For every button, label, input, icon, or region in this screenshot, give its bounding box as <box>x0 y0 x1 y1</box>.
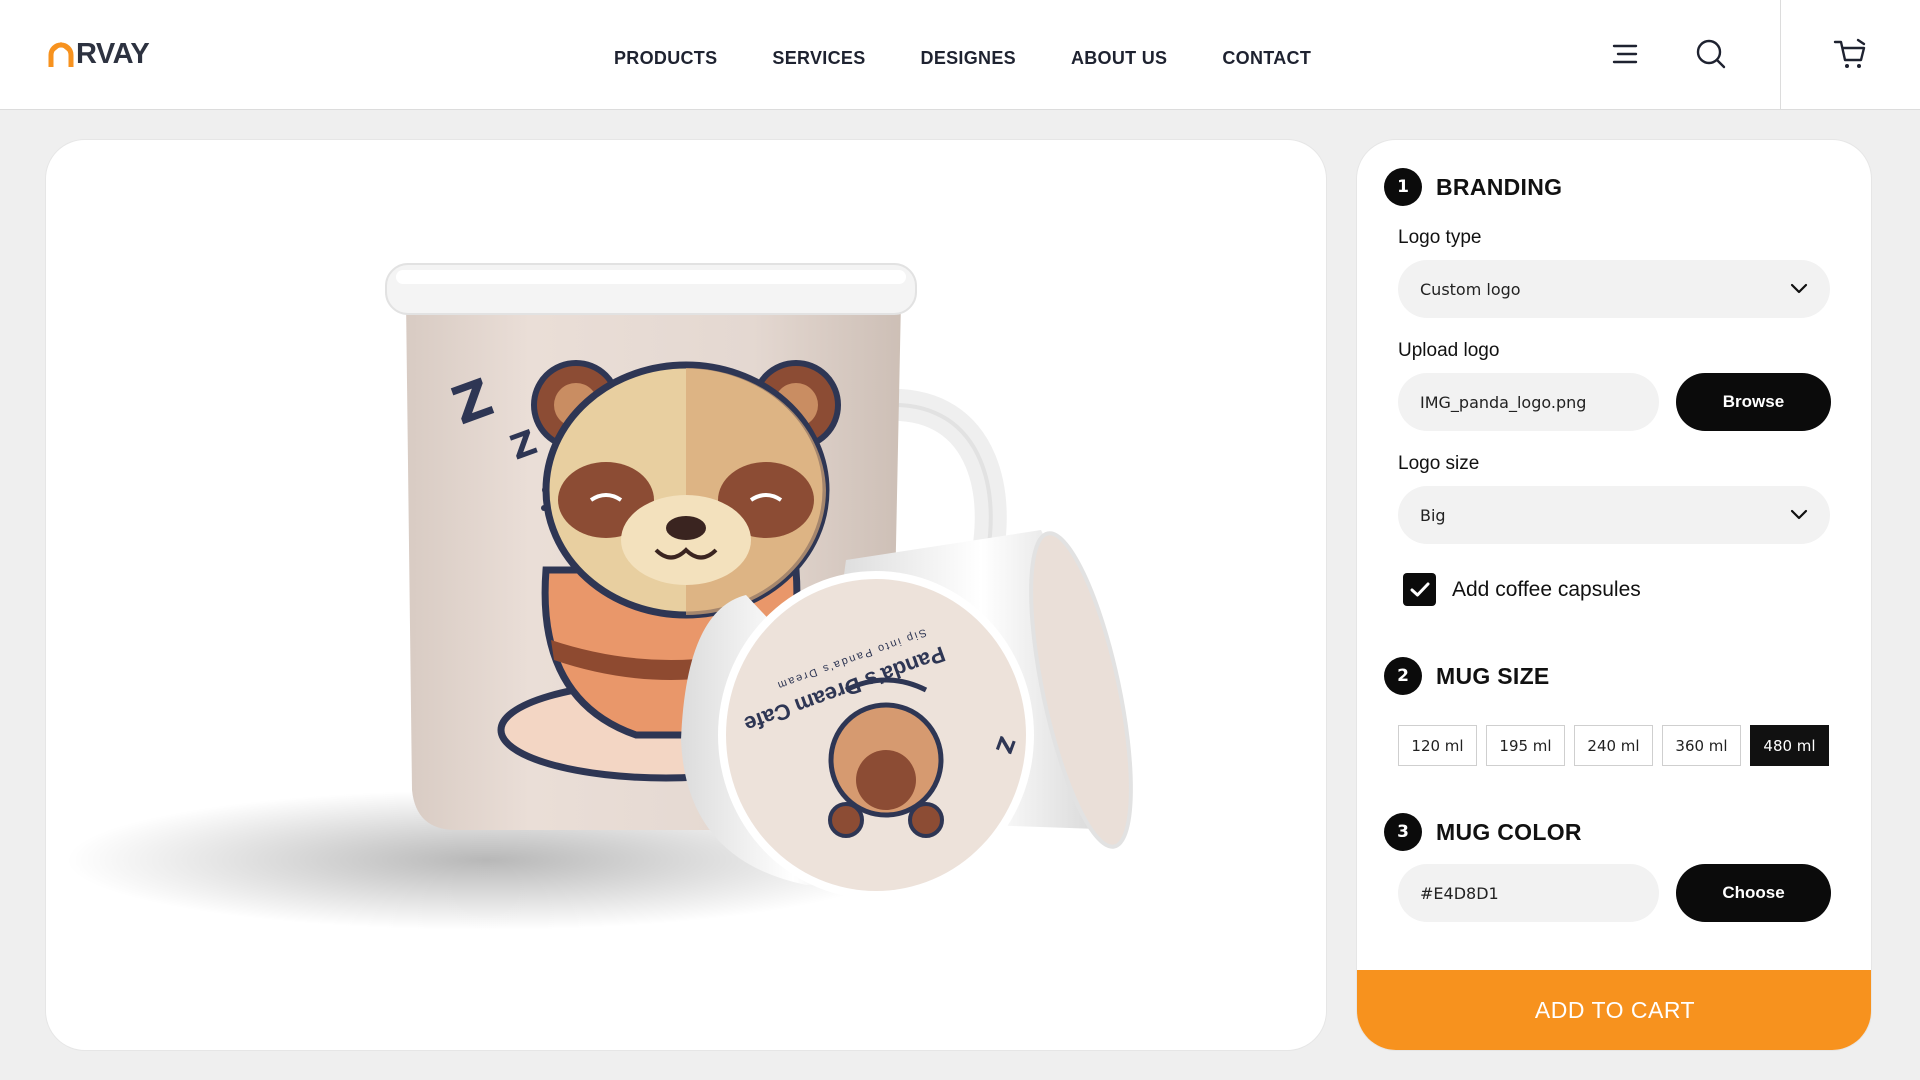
logo-type-select[interactable]: Custom logo <box>1398 260 1830 318</box>
branding-section-header: 1 BRANDING <box>1384 168 1562 206</box>
top-header: RVAY PRODUCTS SERVICES DESIGNES ABOUT US… <box>0 0 1920 110</box>
chevron-down-icon <box>1790 509 1808 520</box>
header-divider <box>1780 0 1781 110</box>
step-number: 2 <box>1384 657 1422 695</box>
section-title: MUG SIZE <box>1436 662 1550 689</box>
mug-color-field[interactable]: #E4D8D1 <box>1398 864 1659 922</box>
upload-filename-field[interactable]: IMG_panda_logo.png <box>1398 373 1659 431</box>
menu-icon <box>1612 44 1638 64</box>
coffee-capsules-checkbox[interactable] <box>1403 573 1436 606</box>
logo-size-select[interactable]: Big <box>1398 486 1830 544</box>
nav-contact[interactable]: CONTACT <box>1222 48 1311 69</box>
size-option-240[interactable]: 240 ml <box>1574 725 1653 766</box>
size-option-360[interactable]: 360 ml <box>1662 725 1741 766</box>
add-to-cart-button[interactable]: ADD TO CART <box>1357 970 1871 1050</box>
chevron-down-icon <box>1790 283 1808 294</box>
mug-size-options: 120 ml 195 ml 240 ml 360 ml 480 ml <box>1398 725 1829 766</box>
main-nav: PRODUCTS SERVICES DESIGNES ABOUT US CONT… <box>614 48 1311 69</box>
checkmark-icon <box>1410 582 1429 596</box>
cart-icon <box>1833 38 1866 68</box>
customization-panel: 1 BRANDING Logo type Custom logo Upload … <box>1356 139 1872 1051</box>
coffee-capsules-option[interactable]: Add coffee capsules <box>1403 573 1641 606</box>
section-title: MUG COLOR <box>1436 818 1582 845</box>
search-icon <box>1696 39 1726 69</box>
upload-logo-label: Upload logo <box>1398 340 1500 361</box>
step-number: 3 <box>1384 813 1422 851</box>
nav-about-us[interactable]: ABOUT US <box>1071 48 1167 69</box>
search-button[interactable] <box>1693 36 1729 72</box>
logo-type-value: Custom logo <box>1420 279 1521 299</box>
step-number: 1 <box>1384 168 1422 206</box>
logo-mark-icon <box>48 41 74 67</box>
logo-type-label: Logo type <box>1398 227 1482 248</box>
nav-services[interactable]: SERVICES <box>772 48 865 69</box>
brand-name: RVAY <box>76 38 150 70</box>
nav-designes[interactable]: DESIGNES <box>921 48 1016 69</box>
logo-size-value: Big <box>1420 505 1446 525</box>
mug-color-section-header: 3 MUG COLOR <box>1384 813 1582 851</box>
nav-products[interactable]: PRODUCTS <box>614 48 717 69</box>
product-preview: Z Z Panda's Dream Cafe Sip into Panda's … <box>45 139 1327 1051</box>
mug-and-capsules-illustration: Z Z Panda's Dream Cafe Sip into Panda's … <box>66 263 1133 930</box>
choose-color-button[interactable]: Choose <box>1676 864 1831 922</box>
size-option-120[interactable]: 120 ml <box>1398 725 1477 766</box>
logo-size-label: Logo size <box>1398 453 1480 474</box>
brand-logo[interactable]: RVAY <box>48 38 150 71</box>
size-option-195[interactable]: 195 ml <box>1486 725 1565 766</box>
size-option-480[interactable]: 480 ml <box>1750 725 1829 766</box>
mug-size-section-header: 2 MUG SIZE <box>1384 657 1550 695</box>
coffee-capsules-label: Add coffee capsules <box>1452 577 1641 601</box>
browse-button[interactable]: Browse <box>1676 373 1831 431</box>
section-title: BRANDING <box>1436 173 1563 200</box>
cart-button[interactable] <box>1832 36 1868 72</box>
menu-button[interactable] <box>1607 36 1643 72</box>
